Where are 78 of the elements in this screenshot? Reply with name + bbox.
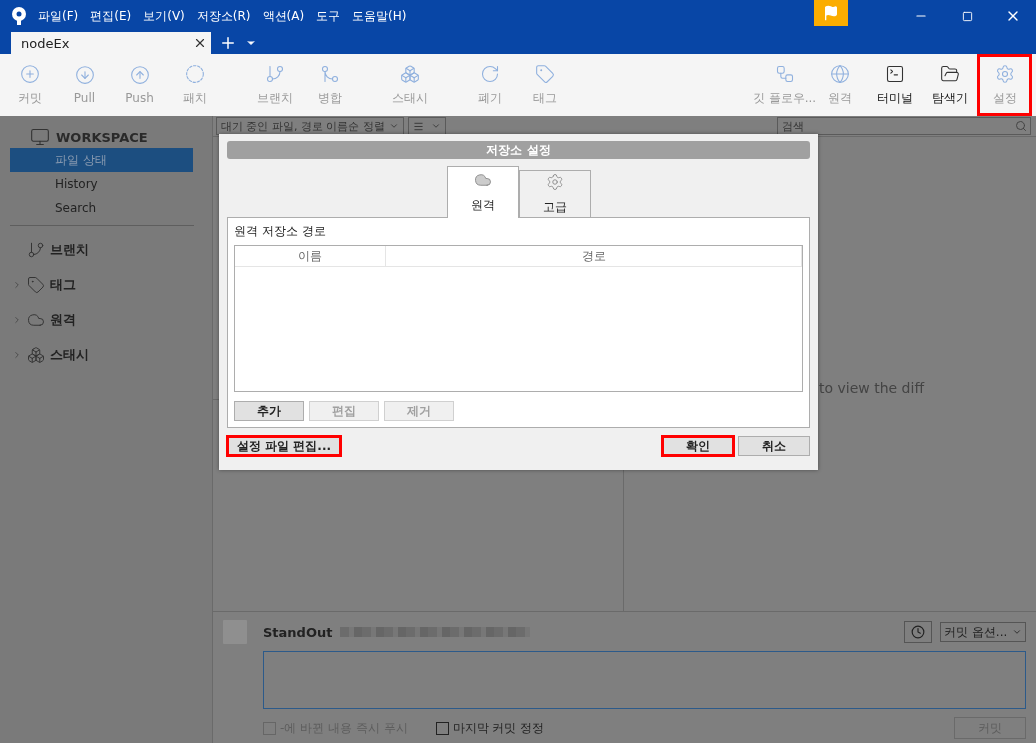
toolbar-button[interactable]: 브랜치 <box>247 54 302 116</box>
monitor-icon <box>30 127 50 147</box>
chevron-icon <box>389 121 399 131</box>
rotate-icon <box>479 63 500 84</box>
commit-options-dropdown[interactable]: 커밋 옵션... <box>940 622 1026 642</box>
menu-item[interactable]: 저장소(R) <box>196 7 251 25</box>
chevron-icon <box>1012 627 1022 637</box>
stash-icon <box>399 63 420 84</box>
toolbar-button[interactable]: 탐색기 <box>922 54 977 116</box>
clock-icon <box>911 625 925 639</box>
diff-hint: to view the diff <box>819 380 925 396</box>
column-header[interactable]: 경로 <box>386 246 802 266</box>
sidebar-item[interactable]: History <box>10 172 193 196</box>
checkbox-option[interactable]: 마지막 커밋 정정 <box>435 719 545 737</box>
settings-icon <box>994 63 1015 84</box>
sidebar-section[interactable]: 태그 <box>50 275 76 294</box>
toolbar-button[interactable]: 폐기 <box>462 54 517 116</box>
branch-icon <box>264 63 285 84</box>
toolbar-button[interactable]: Push <box>112 54 167 116</box>
dialog-tab[interactable]: 고급 <box>518 170 591 218</box>
dialog-button[interactable]: 취소 <box>738 436 810 456</box>
toolbar-button[interactable]: 패치 <box>167 54 222 116</box>
toolbar-button[interactable]: 병합 <box>302 54 357 116</box>
dialog-button[interactable]: 확인 <box>662 436 734 456</box>
terminal-icon <box>884 63 905 84</box>
tag-icon <box>534 63 555 84</box>
sidebar-section[interactable]: 브랜치 <box>50 240 89 259</box>
cloud-icon <box>473 171 492 189</box>
menu-item[interactable]: 도구 <box>316 7 341 25</box>
section-label: 원격 저장소 경로 <box>234 223 327 240</box>
repo-tab[interactable]: nodeEx <box>11 32 211 54</box>
add-tab-icon[interactable] <box>219 34 237 52</box>
dialog-tab[interactable]: 원격 <box>446 166 519 218</box>
toolbar-button[interactable]: 스태시 <box>382 54 437 116</box>
flow-icon <box>774 63 795 84</box>
tag-icon <box>27 275 45 294</box>
chevron-icon <box>431 121 442 131</box>
toolbar-button[interactable]: 태그 <box>517 54 572 116</box>
toolbar-button[interactable]: 설정 <box>977 54 1032 116</box>
gear-icon <box>545 172 564 191</box>
toolbar-button[interactable]: 커밋 <box>2 54 57 116</box>
action-button[interactable]: 추가 <box>234 401 304 421</box>
dialog-title: 저장소 설정 <box>227 141 810 159</box>
menu-item[interactable]: 파일(F) <box>38 7 79 25</box>
up-arrow-circle-icon <box>129 65 150 85</box>
menu-item[interactable]: 보기(V) <box>143 7 185 25</box>
toolbar-button[interactable]: Pull <box>57 54 112 116</box>
merge-icon <box>319 63 340 84</box>
menu-item[interactable]: 편집(E) <box>90 7 132 25</box>
app-logo-icon <box>10 6 28 26</box>
globe-icon <box>829 63 850 84</box>
stash-icon <box>27 345 45 364</box>
edit-config-button[interactable]: 설정 파일 편집... <box>227 436 341 456</box>
sidebar-item[interactable]: Search <box>10 196 193 220</box>
sidebar-section[interactable]: 원격 <box>50 310 76 329</box>
flag-button[interactable] <box>814 0 848 26</box>
sidebar-section[interactable]: 스태시 <box>50 345 89 364</box>
menu-item[interactable]: 도움말(H) <box>352 7 407 25</box>
folder-icon <box>939 63 960 84</box>
close-icon[interactable] <box>193 36 207 50</box>
sidebar-item[interactable]: 파일 상태 <box>10 148 193 172</box>
list-icon <box>412 120 424 132</box>
menu-item[interactable]: 액션(A) <box>262 7 305 25</box>
search-icon <box>1015 120 1027 132</box>
history-button[interactable] <box>904 621 932 643</box>
toolbar-button[interactable]: 터미널 <box>867 54 922 116</box>
plus-circle-icon <box>19 63 40 84</box>
down-arrow-circle-icon <box>74 65 95 85</box>
commit-message-field[interactable] <box>263 651 1026 709</box>
column-header[interactable]: 이름 <box>235 246 386 266</box>
maximize-icon <box>961 10 973 22</box>
toolbar-button[interactable]: 원격 <box>812 54 867 116</box>
dashed-circle-icon <box>184 63 205 84</box>
search-field[interactable]: 검색 <box>777 117 1031 135</box>
flag-icon <box>823 5 839 21</box>
section-title: WORKSPACE <box>56 129 148 145</box>
branch-icon <box>27 240 45 259</box>
author-name: StandOut <box>263 624 333 640</box>
